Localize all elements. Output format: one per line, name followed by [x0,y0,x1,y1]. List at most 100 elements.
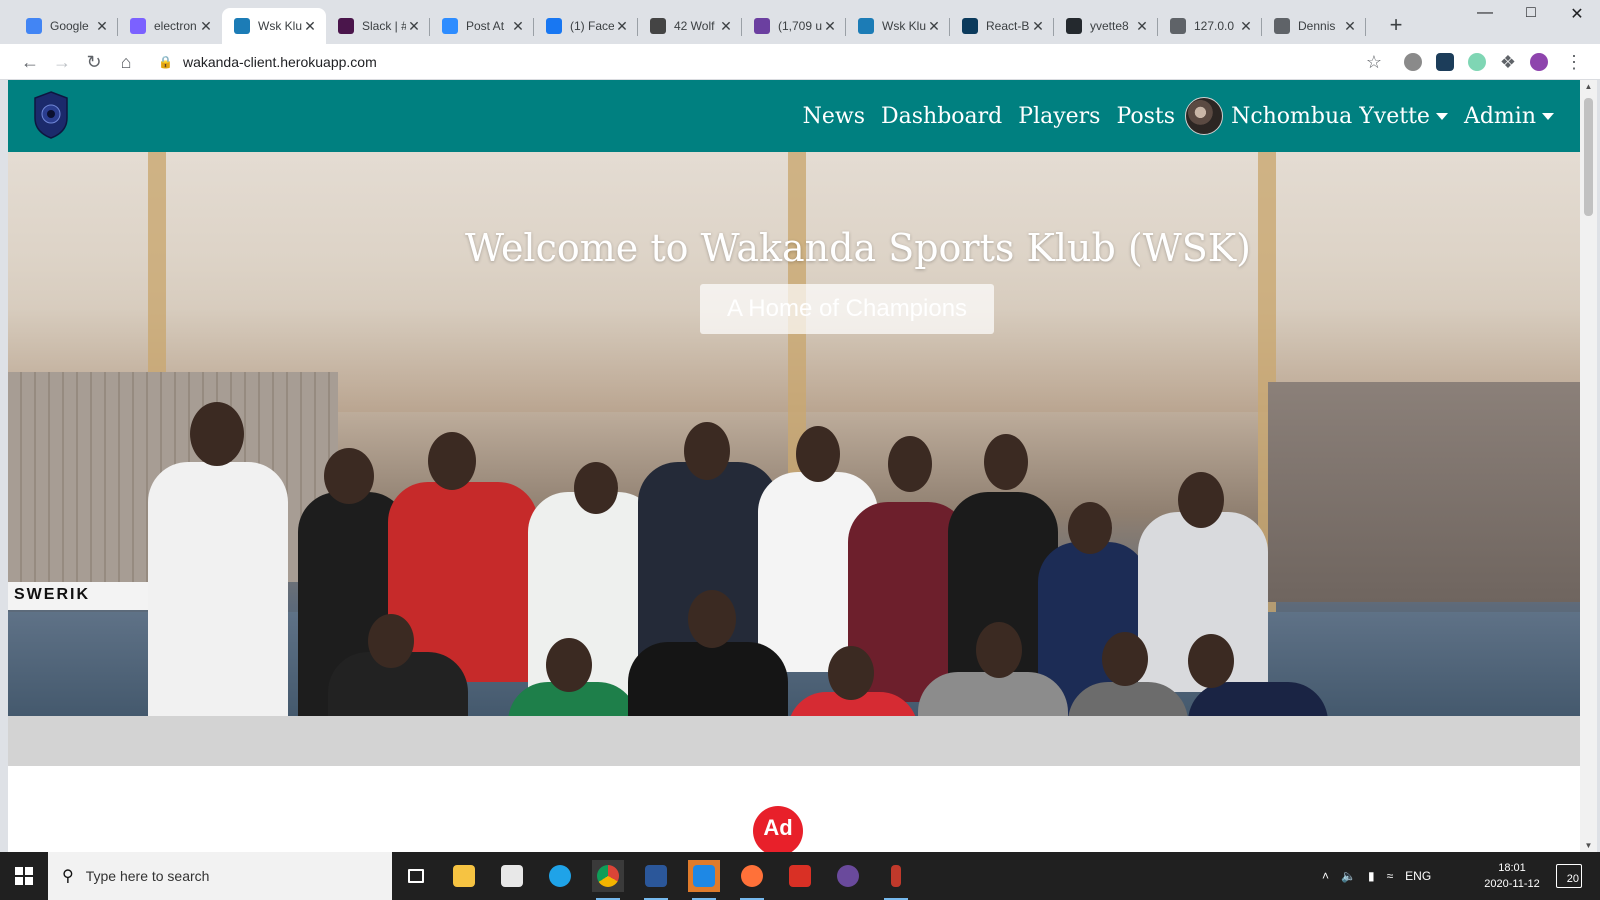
user-avatar[interactable] [1185,97,1224,135]
close-tab-icon[interactable]: ✕ [406,18,422,35]
scroll-down-icon[interactable]: ▼ [1580,841,1597,850]
close-tab-icon[interactable]: ✕ [926,18,942,35]
browser-tab[interactable]: Post At ✕ [430,8,534,44]
player-head [1068,502,1112,554]
player-head [796,426,840,482]
player-figure [148,462,288,736]
browser-tab[interactable]: electron ✕ [118,8,222,44]
page-viewport: News Dashboard Players Posts Nchombua Yv… [8,80,1580,852]
spinner-extension-icon[interactable] [1468,53,1486,71]
browser-tab[interactable]: Wsk Klub✕ [846,8,950,44]
globe-icon [1274,18,1290,34]
browser-tab[interactable]: Dennis ✕ [1262,8,1366,44]
home-icon[interactable]: ⌂ [114,50,138,74]
vscode-icon[interactable] [688,860,720,900]
nav-news[interactable]: News [803,104,865,129]
app-red-icon[interactable] [784,860,816,892]
tab-title: React-B [986,19,1030,33]
nav-posts[interactable]: Posts [1116,104,1175,129]
close-tab-icon[interactable]: ✕ [822,18,838,35]
player-head [574,462,618,514]
page-scrollbar[interactable]: ▲ ▼ [1580,80,1597,852]
player-head [888,436,932,492]
chevron-up-icon[interactable]: ˄ [1322,869,1329,883]
taskbar-search-box[interactable]: ⚲ Type here to search [48,852,392,900]
app-purple-icon[interactable] [832,860,864,892]
language-indicator[interactable]: ENG [1405,869,1431,883]
maximize-icon[interactable]: □ [1508,4,1554,22]
task-view-icon[interactable] [400,860,432,892]
close-tab-icon[interactable]: ✕ [1030,18,1046,35]
nav-players[interactable]: Players [1018,104,1100,129]
slack-icon [338,18,354,34]
player-head [984,434,1028,490]
windows-logo-icon [15,867,33,885]
firefox-icon[interactable] [736,860,768,900]
close-tab-icon[interactable]: ✕ [1238,18,1254,35]
back-arrow-icon[interactable]: ← [18,50,42,74]
browser-tab[interactable]: React-B ✕ [950,8,1054,44]
windows-start-button[interactable] [0,852,48,900]
star-bookmark-icon[interactable]: ☆ [1362,50,1386,74]
bug-extension-icon[interactable] [1404,53,1422,71]
wifi-icon[interactable]: ≈ [1387,869,1394,883]
hero-banner: SWERIK Welcome to Wakanda Sports Klub (W… [8,152,1580,736]
profile-avatar-icon[interactable] [1530,53,1548,71]
close-tab-icon[interactable]: ✕ [510,18,526,35]
browser-tab[interactable]: 127.0.0 ✕ [1158,8,1262,44]
tab-title: (1,709 u [778,19,822,33]
chrome-icon[interactable] [592,860,624,900]
word-icon[interactable] [640,860,672,900]
browser-tab[interactable]: (1,709 u ✕ [742,8,846,44]
forward-arrow-icon[interactable]: → [50,50,74,74]
menu-kebab-icon[interactable]: ⋮ [1562,50,1586,74]
gray-section [8,716,1580,766]
caret-down-icon [1542,113,1554,120]
user-name: Nchombua Yvette [1231,103,1430,129]
browser-tab[interactable]: Slack | # ✕ [326,8,430,44]
puzzle-extensions-icon[interactable]: ❖ [1496,50,1520,74]
close-tab-icon[interactable]: ✕ [1342,18,1358,35]
admin-menu[interactable]: Admin [1464,104,1554,129]
close-tab-icon[interactable]: ✕ [94,18,110,35]
user-menu[interactable]: Nchombua Yvette [1231,104,1448,129]
people-icon [650,18,666,34]
ad-badge-icon[interactable]: Ad [753,806,803,852]
close-tab-icon[interactable]: ✕ [614,18,630,35]
notification-center-icon[interactable]: 20 [1556,864,1582,888]
browser-tab[interactable]: yvette8 ✕ [1054,8,1158,44]
reload-icon[interactable]: ↻ [82,50,106,74]
player-head [828,646,874,700]
close-tab-icon[interactable]: ✕ [1134,18,1150,35]
scroll-up-icon[interactable]: ▲ [1580,82,1597,91]
tab-title: (1) Face [570,19,614,33]
club-logo-icon[interactable] [32,90,70,140]
close-tab-icon[interactable]: ✕ [718,18,734,35]
minimize-icon[interactable]: — [1462,4,1508,22]
battery-icon[interactable]: ▮ [1368,869,1375,883]
store-icon[interactable] [496,860,528,892]
browser-tab[interactable]: Google ✕ [14,8,118,44]
player-head [1178,472,1224,528]
close-tab-icon[interactable]: ✕ [198,18,214,35]
hero-title: Welcome to Wakanda Sports Klub (WSK) [464,226,1251,270]
scrollbar-thumb[interactable] [1584,98,1593,216]
file-explorer-icon[interactable] [448,860,480,892]
player-head [684,422,730,480]
close-tab-icon[interactable]: ✕ [302,18,318,35]
edge-icon[interactable] [544,860,576,892]
tab-title: electron [154,19,197,33]
new-tab-button[interactable]: + [1382,12,1410,38]
app-tool-icon[interactable] [880,860,912,900]
browser-tab[interactable]: 42 Wolf ✕ [638,8,742,44]
taskbar-clock[interactable]: 18:01 2020-11-12 [1478,860,1546,892]
react-devtools-icon[interactable] [1436,53,1454,71]
clock-time: 18:01 [1498,862,1526,874]
nav-dashboard[interactable]: Dashboard [881,104,1002,129]
speaker-icon[interactable]: 🔈 [1341,869,1356,883]
browser-tab[interactable]: Wsk Klub✕ [222,8,326,44]
browser-tab[interactable]: (1) Face ✕ [534,8,638,44]
close-window-icon[interactable]: ✕ [1554,4,1600,24]
player-head [546,638,592,692]
address-bar[interactable]: 🔒 wakanda-client.herokuapp.com [158,49,1388,75]
